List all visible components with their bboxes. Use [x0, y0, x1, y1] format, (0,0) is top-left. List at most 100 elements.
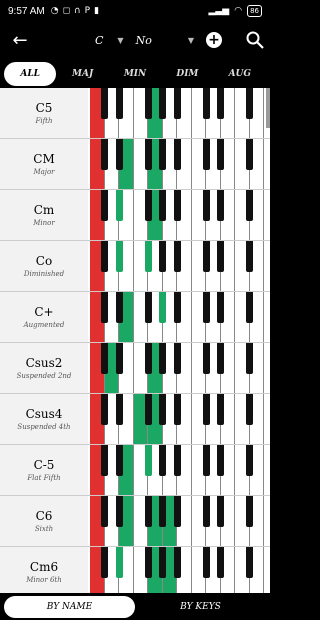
black-key [173, 343, 181, 374]
search-icon[interactable] [245, 30, 265, 50]
bottom-tabs: BY NAME BY KEYS [0, 594, 270, 620]
status-bar: 9:57 AM ◔ ◻ ∩ P ▮ ▂▃▅ ◠ 86 [0, 0, 270, 22]
black-key [115, 343, 123, 374]
chord-row[interactable]: CM Major [0, 139, 270, 190]
chat-icon: ◻ [62, 6, 71, 16]
chord-description: Minor 6th [26, 576, 62, 584]
status-time: 9:57 AM [8, 5, 45, 17]
black-key [202, 139, 210, 170]
black-key [144, 139, 152, 170]
inversion-selector[interactable]: No ▼ [136, 34, 194, 47]
tab-by-keys[interactable]: BY KEYS [135, 596, 266, 618]
black-key [115, 394, 123, 425]
chord-row[interactable]: Csus4 Suspended 4th [0, 394, 270, 445]
chord-row[interactable]: C+ Augmented [0, 292, 270, 343]
chord-row[interactable]: C6 Sixth [0, 496, 270, 547]
tab-all[interactable]: ALL [4, 62, 57, 86]
black-key [246, 496, 253, 527]
black-key [159, 547, 166, 578]
black-key [246, 88, 253, 119]
piano-keyboard [90, 496, 265, 546]
black-key [101, 445, 108, 476]
black-key [173, 394, 181, 425]
black-key [115, 547, 123, 578]
black-key [101, 343, 108, 374]
black-key [159, 139, 166, 170]
black-key [101, 496, 108, 527]
black-key [202, 496, 210, 527]
piano-keyboard [90, 88, 265, 138]
paypal-icon: P [84, 6, 91, 16]
signal-icon: ◔ [50, 6, 59, 16]
chord-row[interactable]: C-5 Flat Fifth [0, 445, 270, 496]
chord-name: Cm [33, 203, 55, 217]
black-key [115, 190, 123, 221]
chord-row[interactable]: Cm Minor [0, 190, 270, 241]
piano-keyboard [90, 139, 265, 189]
black-key [173, 241, 181, 272]
black-key [144, 88, 152, 119]
black-key [202, 292, 210, 323]
black-key [246, 547, 253, 578]
piano-keyboard [90, 343, 265, 393]
black-key [246, 292, 253, 323]
video-icon: ▮ [94, 6, 100, 16]
cellular-icon: ▂▃▅ [208, 6, 230, 16]
chord-description: Minor [33, 219, 55, 227]
black-key [246, 190, 253, 221]
chord-row[interactable]: Csus2 Suspended 2nd [0, 343, 270, 394]
chord-name: C+ [34, 305, 54, 319]
chord-label: C-5 Flat Fifth [0, 445, 88, 495]
black-key [101, 88, 108, 119]
black-key [101, 190, 108, 221]
chord-description: Suspended 4th [17, 423, 71, 431]
chord-row[interactable]: Cm6 Minor 6th [0, 547, 270, 593]
black-key [101, 292, 108, 323]
chord-description: Augmented [23, 321, 65, 329]
black-key [115, 139, 123, 170]
black-key [144, 394, 152, 425]
add-icon[interactable]: + [206, 32, 222, 48]
tab-min[interactable]: MIN [109, 62, 161, 86]
black-key [101, 394, 108, 425]
piano-keyboard [90, 292, 265, 342]
black-key [101, 547, 108, 578]
black-key [217, 190, 224, 221]
chord-name: C5 [35, 101, 53, 115]
chord-label: CM Major [0, 139, 88, 189]
black-key [173, 292, 181, 323]
key-selector[interactable]: C ▼ [95, 34, 124, 47]
piano-keyboard [90, 241, 265, 291]
black-key [217, 343, 224, 374]
tab-by-name[interactable]: BY NAME [4, 596, 135, 618]
black-key [202, 547, 210, 578]
scrollbar[interactable] [266, 88, 270, 128]
black-key [101, 241, 108, 272]
chord-description: Suspended 2nd [16, 372, 72, 380]
black-key [144, 547, 152, 578]
tab-maj[interactable]: MAJ [56, 62, 108, 86]
black-key [217, 394, 224, 425]
chord-row[interactable]: Co Diminished [0, 241, 270, 292]
chord-row[interactable]: C5 Fifth [0, 88, 270, 139]
chord-list[interactable]: C5 Fifth CM Major Cm Minor Co Diminished C+ Augme… [0, 88, 270, 593]
tab-aug[interactable]: AUG [214, 62, 266, 86]
black-key [173, 496, 181, 527]
piano-keyboard [90, 547, 265, 593]
black-key [202, 343, 210, 374]
chord-label: Csus4 Suspended 4th [0, 394, 88, 444]
chord-label: Csus2 Suspended 2nd [0, 343, 88, 393]
chord-label: Co Diminished [0, 241, 88, 291]
black-key [246, 445, 253, 476]
tab-dim[interactable]: DIM [161, 62, 213, 86]
chevron-down-icon: ▼ [187, 35, 194, 45]
wifi-icon: ◠ [234, 6, 243, 16]
chord-name: Co [35, 254, 53, 268]
black-key [159, 190, 166, 221]
black-key [144, 445, 152, 476]
black-key [246, 241, 253, 272]
piano-keyboard [90, 394, 265, 444]
battery-icon: 86 [247, 5, 262, 17]
back-arrow-icon[interactable]: ← [0, 30, 40, 51]
headphones-icon: ∩ [74, 6, 81, 16]
